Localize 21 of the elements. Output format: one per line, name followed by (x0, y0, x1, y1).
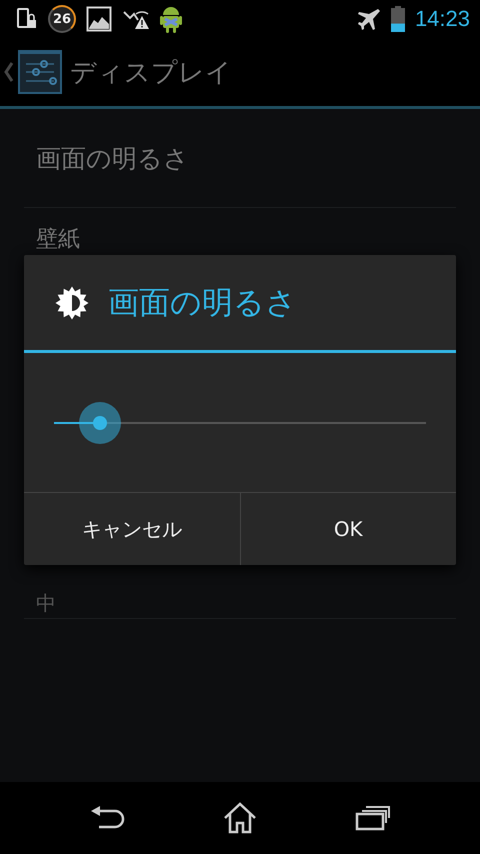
caret-icon (4, 61, 14, 83)
dialog-button[interactable]: OK (240, 493, 456, 565)
setting-title[interactable]: 壁紙 (36, 227, 444, 253)
screen-title: ディスプレイ (70, 56, 232, 90)
airplane-icon (356, 7, 381, 31)
home-icon[interactable] (222, 801, 258, 835)
dialog-title: 画面の明るさ (108, 284, 297, 322)
setting-summary: 中 (36, 591, 57, 615)
brightness-icon (54, 284, 90, 320)
battery-icon (390, 6, 405, 32)
recents-icon[interactable] (355, 805, 392, 831)
clock-time: 14:23 (414, 6, 470, 32)
count-badge: 26 (48, 5, 76, 33)
robot-icon (160, 4, 182, 34)
dialog-button[interactable]: キャンセル (24, 493, 240, 565)
image-icon (86, 6, 112, 32)
setting-title[interactable]: 画面の明るさ (36, 142, 456, 174)
back-icon[interactable] (88, 805, 125, 831)
phone-lock-icon (16, 7, 38, 31)
up-button[interactable] (4, 50, 62, 94)
sliders-icon (18, 50, 62, 94)
